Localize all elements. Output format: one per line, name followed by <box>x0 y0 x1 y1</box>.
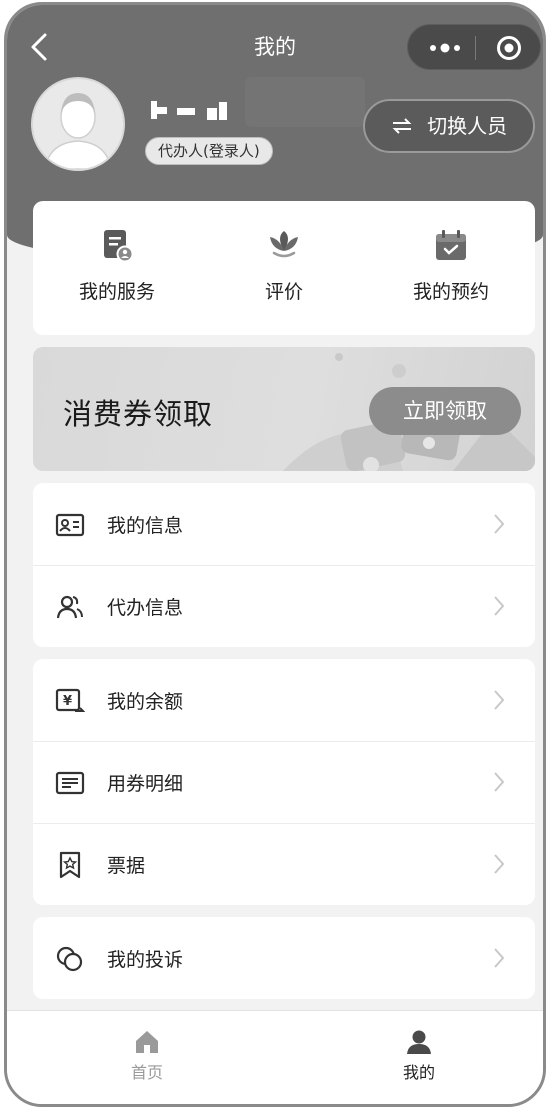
role-badge: 代办人(登录人) <box>145 137 273 165</box>
person-icon <box>407 1030 431 1054</box>
tab-mine[interactable]: 我的 <box>359 1029 479 1083</box>
agent-info-label: 代办信息 <box>107 597 184 619</box>
person-silhouette-icon <box>44 93 112 169</box>
chevron-right-icon <box>494 596 505 616</box>
menu-group-complaints: 我的投诉 <box>33 917 535 999</box>
evaluate-label: 评价 <box>264 281 303 303</box>
more-button[interactable] <box>425 33 465 63</box>
chevron-right-icon <box>494 948 505 968</box>
chevron-right-icon <box>494 772 505 792</box>
bookmark-star-icon <box>59 851 81 879</box>
chat-bubbles-icon <box>56 946 83 972</box>
list-item-coupon-details[interactable]: 用券明细 <box>33 741 535 823</box>
list-item-receipts[interactable]: 票据 <box>33 823 535 905</box>
receipts-label: 票据 <box>107 855 146 877</box>
users-icon <box>56 595 83 619</box>
tab-home-label: 首页 <box>130 1063 163 1082</box>
tab-mine-label: 我的 <box>402 1063 435 1082</box>
phone-frame: 我的 代办人(登录人) 切换人员 我的服务 评价 我的预约 消费券领取 立即领取… <box>4 2 546 1107</box>
claim-now-button[interactable]: 立即领取 <box>369 387 521 435</box>
coupon-title: 消费券领取 <box>63 397 214 431</box>
chevron-right-icon <box>494 854 505 874</box>
target-circle-icon <box>497 36 521 60</box>
bottom-tab-bar: 首页 我的 <box>7 1010 543 1104</box>
swap-arrows-icon <box>391 114 419 138</box>
my-complaints-label: 我的投诉 <box>107 949 184 971</box>
chevron-right-icon <box>494 690 505 710</box>
menu-group-profile: 我的信息 代办信息 <box>33 483 535 647</box>
ticket-list-icon <box>55 771 85 795</box>
mini-program-capsule <box>407 24 541 70</box>
quick-actions-card: 我的服务 评价 我的预约 <box>33 201 535 335</box>
my-appointments-label: 我的预约 <box>412 281 489 303</box>
close-button[interactable] <box>496 35 522 61</box>
list-item-my-complaints[interactable]: 我的投诉 <box>33 917 535 999</box>
calendar-check-icon <box>436 230 466 260</box>
masked-user-name <box>147 99 237 123</box>
my-info-label: 我的信息 <box>107 515 184 537</box>
yuan-wallet-icon: ¥ <box>55 688 85 712</box>
my-services-button[interactable]: 我的服务 <box>33 227 201 304</box>
more-dots-icon <box>430 43 460 53</box>
nav-bar: 我的 <box>7 5 543 87</box>
capsule-divider <box>475 36 476 60</box>
switch-person-label: 切换人员 <box>427 114 508 138</box>
id-card-icon <box>55 513 85 537</box>
tab-home[interactable]: 首页 <box>87 1029 207 1083</box>
lotus-icon <box>270 231 298 258</box>
switch-person-button[interactable]: 切换人员 <box>363 99 535 153</box>
list-item-my-balance[interactable]: ¥ 我的余额 <box>33 659 535 741</box>
list-item-my-info[interactable]: 我的信息 <box>33 483 535 565</box>
menu-group-finance: ¥ 我的余额 用券明细 票据 <box>33 659 535 905</box>
avatar[interactable] <box>31 77 125 171</box>
my-appointments-button[interactable]: 我的预约 <box>367 227 535 304</box>
chevron-right-icon <box>494 514 505 534</box>
evaluate-button[interactable]: 评价 <box>200 227 368 304</box>
my-services-label: 我的服务 <box>78 281 155 303</box>
name-blur-overlay <box>245 77 365 127</box>
home-icon <box>136 1031 158 1053</box>
my-balance-label: 我的余额 <box>107 691 184 713</box>
svg-text:¥: ¥ <box>63 694 72 709</box>
service-clipboard-icon <box>104 230 134 263</box>
list-item-agent-info[interactable]: 代办信息 <box>33 565 535 647</box>
coupon-details-label: 用券明细 <box>107 773 184 795</box>
coupon-banner[interactable]: 消费券领取 立即领取 <box>33 347 535 471</box>
